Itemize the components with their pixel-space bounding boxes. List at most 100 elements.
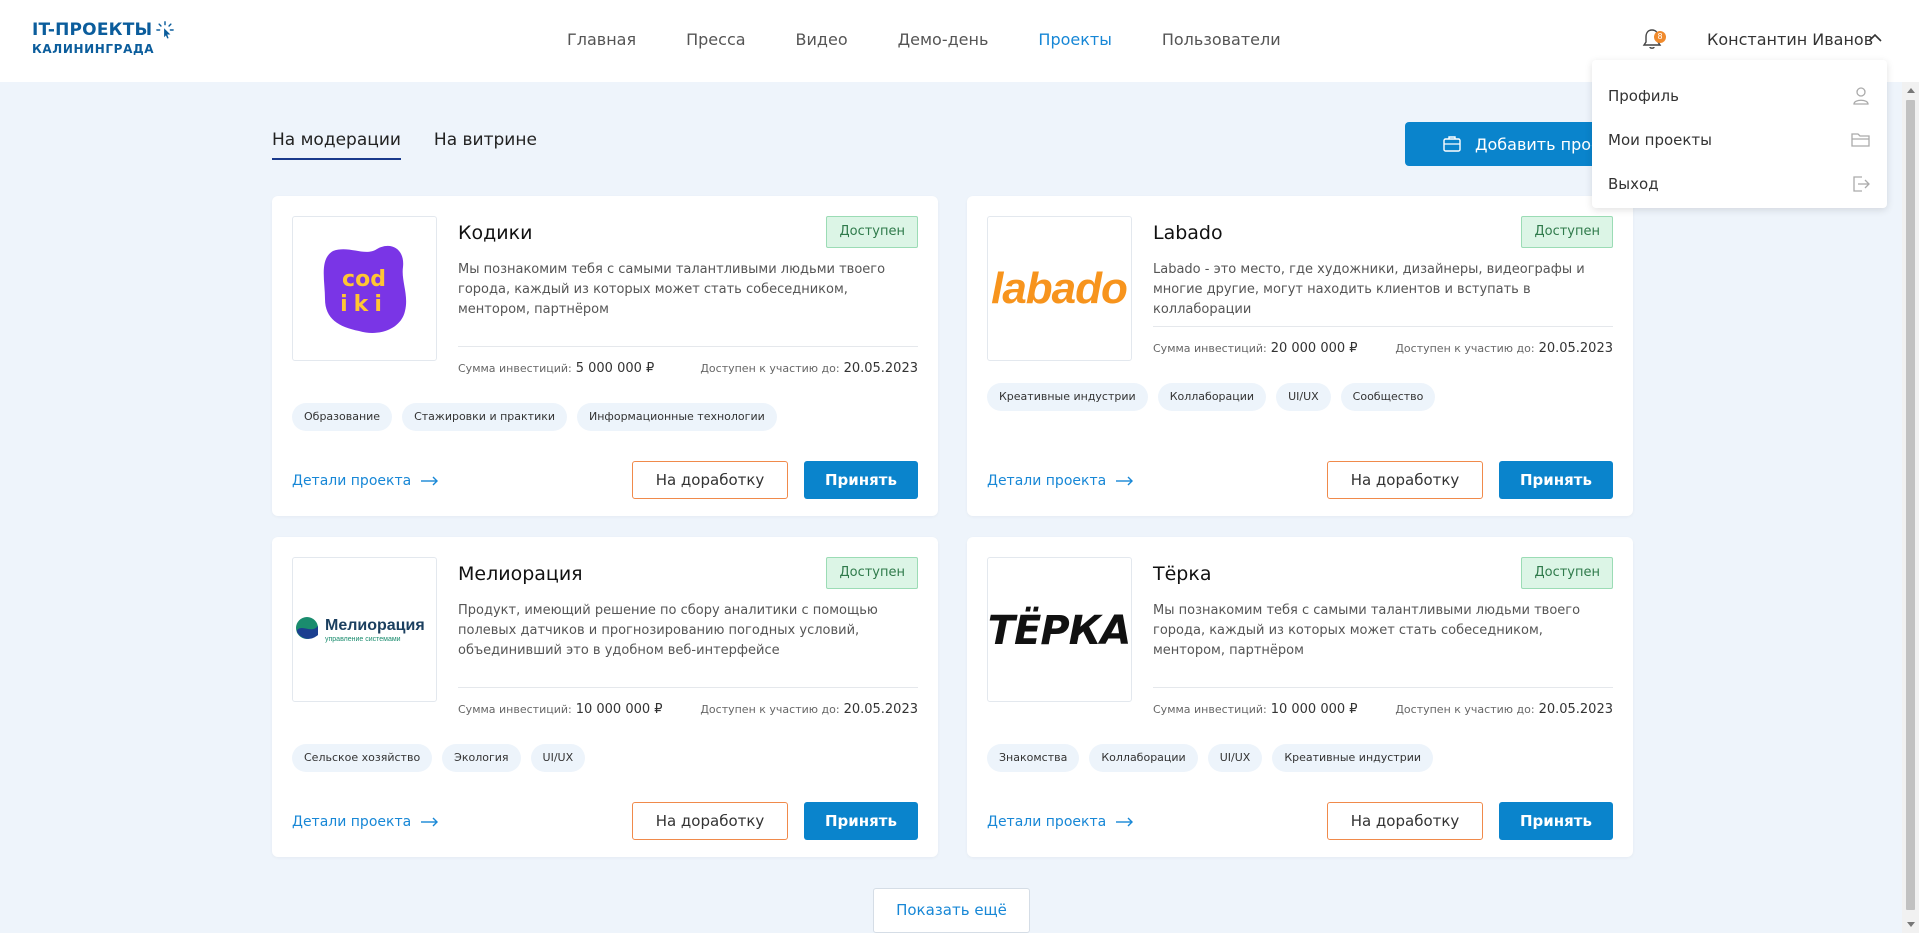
scrollbar-thumb[interactable] [1906, 100, 1915, 910]
user-menu-toggle[interactable]: Константин Иванов [1707, 30, 1873, 49]
tag[interactable]: Креативные индустрии [987, 383, 1148, 411]
available-until-date: 20.05.2023 [1538, 341, 1613, 356]
rework-button[interactable]: На доработку [632, 802, 788, 840]
nav-item-home[interactable]: Главная [567, 30, 636, 49]
user-icon [1853, 87, 1869, 105]
project-logo: Мелиорация управление системами [292, 557, 437, 702]
tag[interactable]: Коллаборации [1089, 744, 1198, 772]
scroll-up-icon[interactable] [1907, 88, 1915, 93]
project-description: Мы познакомим тебя с самыми талантливыми… [458, 262, 886, 317]
tag[interactable]: Образование [292, 403, 393, 431]
nav-item-projects[interactable]: Проекты [1038, 30, 1111, 49]
tag[interactable]: Сельское хозяйство [292, 744, 433, 772]
project-title: Кодики [458, 222, 533, 244]
card-divider [1153, 326, 1613, 327]
logout-icon [1853, 176, 1870, 192]
project-logo: ТЁРКА [987, 557, 1132, 702]
tag[interactable]: Креативные индустрии [1272, 744, 1433, 772]
available-until-label: Доступен к участию до: [1395, 342, 1535, 355]
project-details-link[interactable]: Детали проекта [292, 814, 439, 830]
nav-item-press[interactable]: Пресса [686, 30, 745, 49]
tag[interactable]: Экология [442, 744, 521, 772]
details-label: Детали проекта [987, 473, 1107, 489]
tag[interactable]: UI/UX [530, 744, 586, 772]
show-more-button[interactable]: Показать ещё [873, 888, 1030, 933]
main-nav: Главная Пресса Видео Демо-день Проекты П… [567, 30, 1331, 49]
status-badge: Доступен [1521, 557, 1613, 589]
accept-button[interactable]: Принять [1499, 461, 1613, 499]
details-label: Детали проекта [292, 473, 412, 489]
project-details-link[interactable]: Детали проекта [292, 473, 439, 489]
tag[interactable]: Информационные технологии [577, 403, 777, 431]
investment-amount: Сумма инвестиций: 20 000 000 ₽ [1153, 341, 1358, 356]
available-until: Доступен к участию до: 20.05.2023 [1395, 341, 1613, 356]
arrow-right-icon [1116, 817, 1134, 827]
page-scrollbar[interactable] [1902, 82, 1919, 933]
nav-item-demo-day[interactable]: Демо-день [898, 30, 989, 49]
menu-item-label: Мои проекты [1608, 131, 1713, 149]
tab-moderation[interactable]: На модерации [272, 130, 401, 160]
available-until-label: Доступен к участию до: [1395, 703, 1535, 716]
codiki-logo-image: cod iki [323, 245, 406, 333]
investment-amount: Сумма инвестиций: 10 000 000 ₽ [1153, 702, 1358, 717]
menu-item-profile[interactable]: Профиль [1592, 74, 1887, 118]
tag[interactable]: Знакомства [987, 744, 1080, 772]
project-logo: labado [987, 216, 1132, 361]
menu-item-logout[interactable]: Выход [1592, 162, 1887, 206]
tag[interactable]: Сообщество [1340, 383, 1436, 411]
details-label: Детали проекта [292, 814, 412, 830]
investment-label: Сумма инвестиций: [1153, 342, 1267, 355]
available-until-date: 20.05.2023 [843, 702, 918, 717]
notification-badge: 8 [1654, 31, 1666, 43]
logo-text: iki [340, 292, 388, 317]
tag[interactable]: UI/UX [1276, 383, 1331, 411]
logo-text: ТЁРКА [988, 606, 1130, 654]
project-description: Мы познакомим тебя с самыми талантливыми… [1153, 603, 1581, 658]
rework-button[interactable]: На доработку [632, 461, 788, 499]
nav-item-video[interactable]: Видео [796, 30, 848, 49]
accept-button[interactable]: Принять [1499, 802, 1613, 840]
card-divider [458, 687, 918, 688]
tab-showcase[interactable]: На витрине [434, 130, 537, 160]
tag[interactable]: Коллаборации [1157, 383, 1267, 411]
scroll-down-icon[interactable] [1907, 922, 1915, 927]
status-badge: Доступен [826, 557, 918, 589]
available-until-date: 20.05.2023 [843, 361, 918, 376]
project-title: Мелиорация [458, 563, 583, 585]
rework-button[interactable]: На доработку [1327, 461, 1483, 499]
card-divider [458, 346, 918, 347]
project-details-link[interactable]: Детали проекта [987, 473, 1134, 489]
folder-icon [1851, 133, 1870, 147]
project-description: Продукт, имеющий решение по сбору аналит… [458, 603, 878, 658]
tag[interactable]: Стажировки и практики [402, 403, 568, 431]
user-dropdown-menu: Профиль Мои проекты Выход [1592, 60, 1887, 208]
menu-item-label: Профиль [1608, 87, 1679, 105]
chevron-up-icon[interactable] [1868, 31, 1882, 45]
menu-item-my-projects[interactable]: Мои проекты [1592, 118, 1887, 162]
investment-value: 5 000 000 ₽ [575, 361, 655, 376]
project-logo: cod iki [292, 216, 437, 361]
available-until-date: 20.05.2023 [1538, 702, 1613, 717]
briefcase-icon [1443, 136, 1461, 152]
status-badge: Доступен [1521, 216, 1613, 248]
labado-logo-image: labado [991, 264, 1128, 313]
tag-list: Креативные индустрии Коллаборации UI/UX … [987, 383, 1436, 411]
investment-value: 10 000 000 ₽ [1270, 702, 1358, 717]
logo-text: Мелиорация [325, 617, 425, 634]
accept-button[interactable]: Принять [804, 802, 918, 840]
project-description: Labado - это место, где художники, дизай… [1153, 262, 1585, 317]
card-divider [1153, 687, 1613, 688]
terka-logo-image: ТЁРКА [988, 606, 1131, 654]
logo-subtitle: КАЛИНИНГРАДА [32, 42, 155, 56]
logo-text: labado [991, 264, 1127, 313]
site-logo[interactable]: IT-ПРОЕКТЫ КАЛИНИНГРАДА [32, 20, 175, 56]
project-details-link[interactable]: Детали проекта [987, 814, 1134, 830]
investment-label: Сумма инвестиций: [458, 703, 572, 716]
tag[interactable]: UI/UX [1207, 744, 1263, 772]
tag-list: Сельское хозяйство Экология UI/UX [292, 744, 586, 772]
tag-list: Образование Стажировки и практики Информ… [292, 403, 777, 431]
nav-item-users[interactable]: Пользователи [1162, 30, 1281, 49]
rework-button[interactable]: На доработку [1327, 802, 1483, 840]
accept-button[interactable]: Принять [804, 461, 918, 499]
tag-list: Знакомства Коллаборации UI/UX Креативные… [987, 744, 1433, 772]
